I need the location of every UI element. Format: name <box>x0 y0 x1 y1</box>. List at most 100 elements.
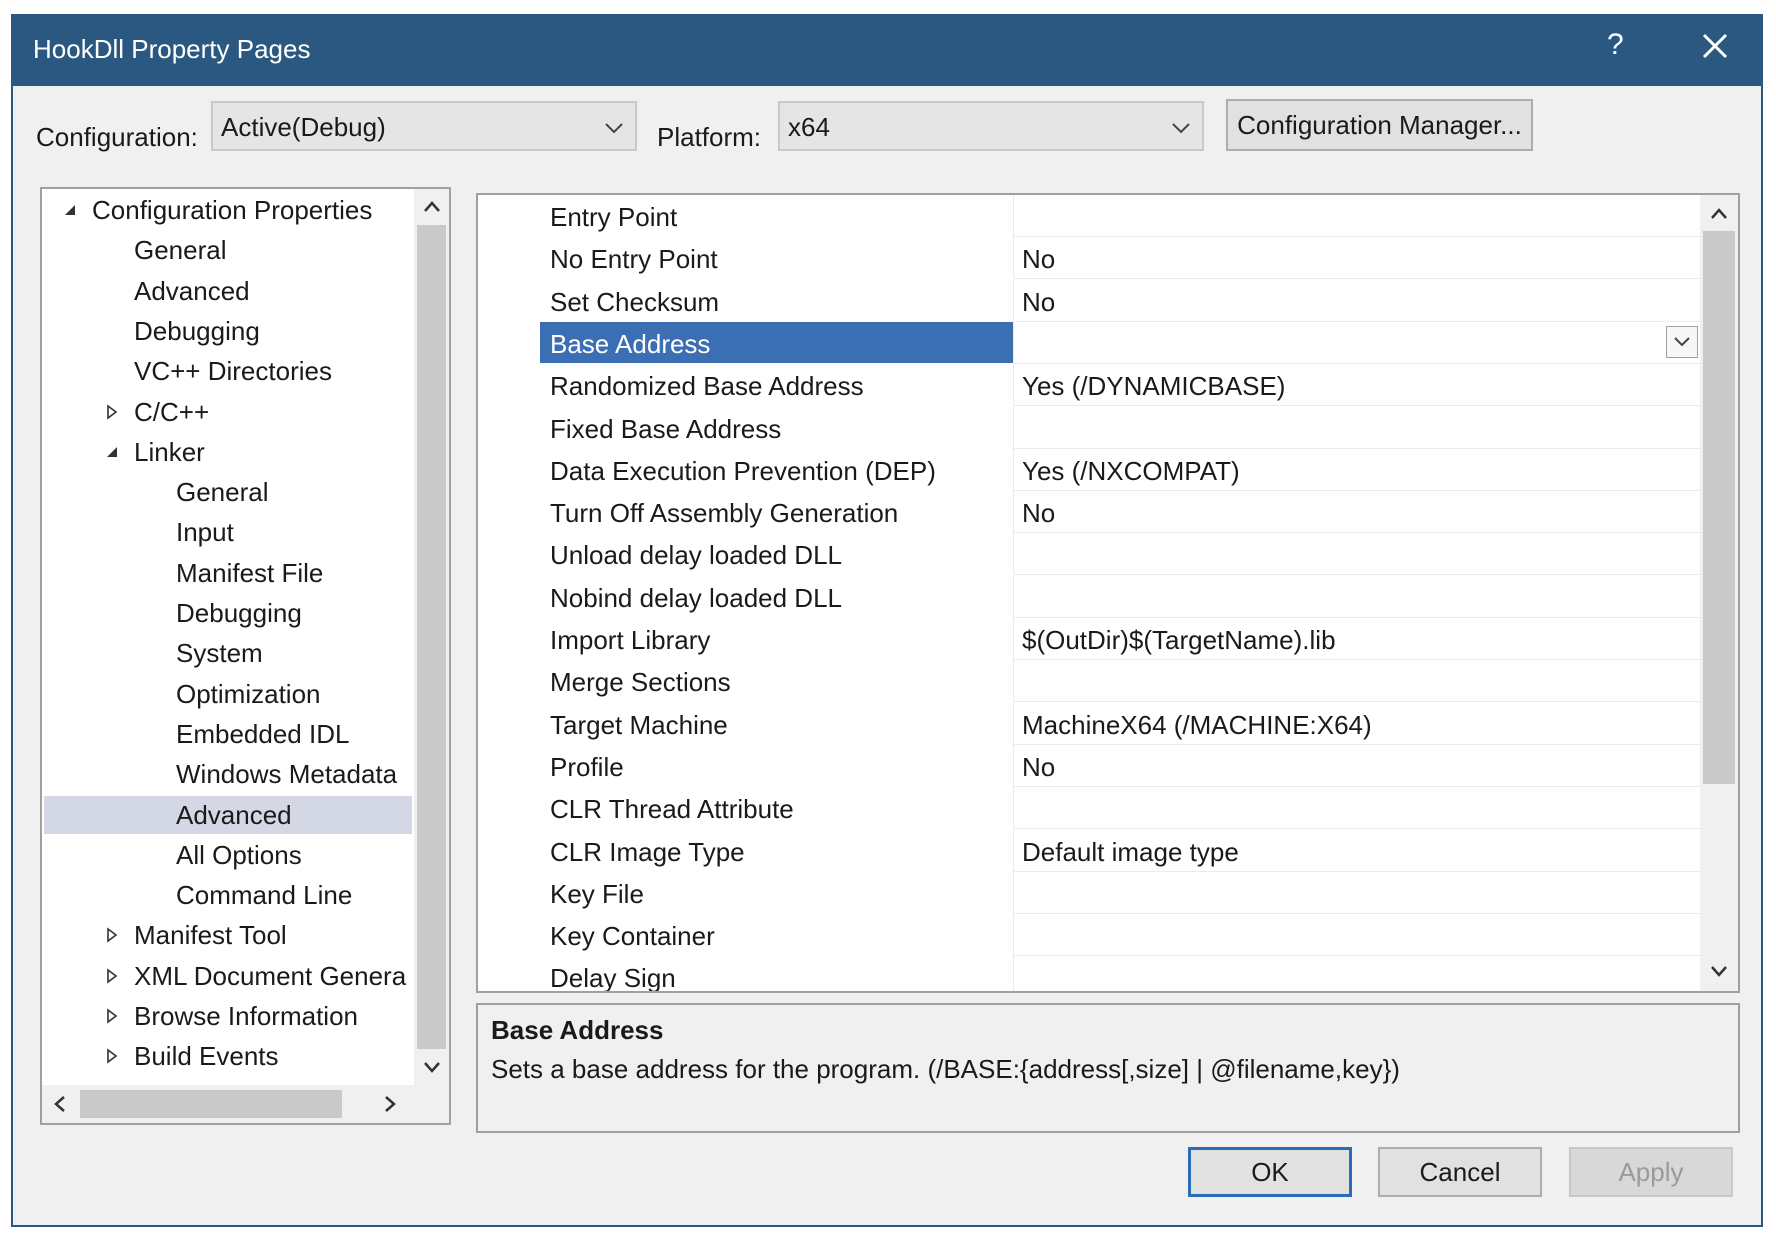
scroll-down-icon[interactable] <box>422 1057 442 1077</box>
collapsed-triangle-icon[interactable] <box>104 968 120 984</box>
property-value[interactable] <box>1014 660 1700 701</box>
scroll-down-icon[interactable] <box>1709 961 1729 981</box>
property-value[interactable]: No <box>1014 745 1700 786</box>
tree-item[interactable]: Input <box>44 513 412 551</box>
tree-item[interactable]: Optimization <box>44 675 412 713</box>
grid-vertical-scrollbar[interactable] <box>1700 195 1738 991</box>
tree-hscroll-thumb[interactable] <box>80 1090 342 1118</box>
property-row[interactable]: Fixed Base Address <box>478 406 1700 449</box>
cancel-button[interactable]: Cancel <box>1378 1147 1542 1197</box>
scroll-left-icon[interactable] <box>50 1094 70 1114</box>
property-row[interactable]: CLR Image Type Default image type <box>478 829 1700 872</box>
property-row[interactable]: Profile No <box>478 744 1700 787</box>
collapsed-triangle-icon[interactable] <box>104 1008 120 1024</box>
apply-button[interactable]: Apply <box>1569 1147 1733 1197</box>
tree-item[interactable]: Advanced <box>44 272 412 310</box>
property-value[interactable]: $(OutDir)$(TargetName).lib <box>1014 618 1700 659</box>
expanded-triangle-icon[interactable] <box>104 444 120 460</box>
property-value[interactable] <box>1014 914 1700 955</box>
chevron-down-icon <box>1674 337 1690 347</box>
property-value[interactable]: Default image type <box>1014 830 1700 871</box>
property-row[interactable]: CLR Thread Attribute <box>478 787 1700 830</box>
property-value[interactable]: Yes (/DYNAMICBASE) <box>1014 364 1700 405</box>
configuration-select[interactable]: Active(Debug) <box>211 101 637 151</box>
tree-item[interactable]: General <box>44 473 412 511</box>
property-row[interactable]: Merge Sections <box>478 660 1700 703</box>
property-value[interactable] <box>1014 872 1700 913</box>
property-row[interactable]: Randomized Base Address Yes (/DYNAMICBASE… <box>478 364 1700 407</box>
tree-item[interactable]: General <box>44 231 412 269</box>
tree-item[interactable]: Debugging <box>44 312 412 350</box>
property-row[interactable]: Nobind delay loaded DLL <box>478 575 1700 618</box>
tree-item[interactable]: Windows Metadata <box>44 755 412 793</box>
platform-select[interactable]: x64 <box>778 101 1204 151</box>
collapsed-triangle-icon[interactable] <box>104 1048 120 1064</box>
tree-item[interactable]: Manifest File <box>44 554 412 592</box>
property-row[interactable]: Delay Sign <box>478 956 1700 991</box>
description-title: Base Address <box>491 1015 664 1045</box>
property-pages-dialog: HookDll Property Pages ? Configuration: … <box>11 14 1763 1227</box>
property-value[interactable] <box>1014 576 1700 617</box>
property-row[interactable]: Data Execution Prevention (DEP) Yes (/NXC… <box>478 448 1700 491</box>
configuration-manager-button[interactable]: Configuration Manager... <box>1226 99 1533 151</box>
property-row[interactable]: Turn Off Assembly Generation No <box>478 491 1700 534</box>
property-row[interactable]: No Entry Point No <box>478 237 1700 280</box>
title-bar[interactable]: HookDll Property Pages ? <box>13 16 1761 86</box>
tree-scroll-thumb[interactable] <box>417 225 446 1049</box>
property-row[interactable]: Import Library $(OutDir)$(TargetName).lib <box>478 618 1700 660</box>
property-row[interactable]: Unload delay loaded DLL <box>478 533 1700 576</box>
collapsed-triangle-icon[interactable] <box>104 403 120 420</box>
property-value[interactable] <box>1014 322 1700 363</box>
value-dropdown-button[interactable] <box>1666 325 1698 358</box>
property-value[interactable]: No <box>1014 280 1700 321</box>
property-value[interactable]: No <box>1014 237 1700 278</box>
tree-item[interactable]: C/C++ <box>44 393 412 431</box>
property-row[interactable]: Base Address <box>478 321 1700 364</box>
expanded-triangle-icon[interactable] <box>62 202 78 218</box>
property-row[interactable]: Entry Point <box>478 195 1700 237</box>
property-value[interactable] <box>1014 533 1700 574</box>
tree-item[interactable]: All Options <box>44 836 412 874</box>
grid-scroll-thumb[interactable] <box>1703 231 1735 784</box>
property-value[interactable] <box>1014 956 1700 991</box>
tree-item[interactable]: Command Line <box>44 876 412 914</box>
tree-item[interactable]: Browse Information <box>44 997 412 1035</box>
collapsed-triangle-icon[interactable] <box>104 927 120 943</box>
tree-item[interactable]: Manifest Tool <box>44 916 412 954</box>
tree-item[interactable]: VC++ Directories <box>44 352 412 390</box>
tree-item[interactable]: Build Events <box>44 1037 412 1075</box>
property-value[interactable]: No <box>1014 491 1700 532</box>
tree-item[interactable]: System <box>44 634 412 672</box>
property-value[interactable] <box>1014 195 1700 236</box>
property-row[interactable]: Target Machine MachineX64 (/MACHINE:X64) <box>478 702 1700 745</box>
tree-item[interactable]: Advanced <box>44 795 412 834</box>
property-row[interactable]: Key File <box>478 871 1700 914</box>
close-icon[interactable] <box>1698 29 1732 63</box>
scroll-up-icon[interactable] <box>422 197 442 217</box>
chevron-down-icon <box>605 123 623 134</box>
property-row[interactable]: Key Container <box>478 914 1700 957</box>
property-value[interactable]: MachineX64 (/MACHINE:X64) <box>1014 703 1700 744</box>
ok-button[interactable]: OK <box>1188 1147 1352 1197</box>
property-value[interactable]: Yes (/NXCOMPAT) <box>1014 449 1700 490</box>
tree-item[interactable]: Configuration Properties <box>44 191 412 229</box>
platform-value: x64 <box>788 112 830 142</box>
category-tree[interactable]: Configuration Properties General Advanced D… <box>40 187 451 1125</box>
tree-item[interactable]: Embedded IDL <box>44 715 412 753</box>
tree-item[interactable]: XML Document Genera <box>44 957 412 995</box>
property-value[interactable] <box>1014 787 1700 828</box>
help-button[interactable]: ? <box>1607 28 1624 62</box>
property-value[interactable] <box>1014 407 1700 448</box>
scroll-up-icon[interactable] <box>1709 204 1729 224</box>
tree-horizontal-scrollbar[interactable] <box>42 1085 449 1123</box>
scroll-right-icon[interactable] <box>380 1094 400 1114</box>
property-grid[interactable]: Entry Point No Entry Point No Set Checksum N… <box>476 193 1740 993</box>
tree-item-label: Debugging <box>134 315 260 346</box>
tree-item[interactable]: Linker <box>44 433 412 471</box>
configuration-value: Active(Debug) <box>221 112 386 142</box>
tree-item[interactable]: Debugging <box>44 594 412 632</box>
property-row[interactable]: Set Checksum No <box>478 279 1700 322</box>
tree-item-label: General <box>176 477 269 508</box>
tree-item-label: Advanced <box>176 799 292 830</box>
tree-vertical-scrollbar[interactable] <box>414 189 449 1087</box>
